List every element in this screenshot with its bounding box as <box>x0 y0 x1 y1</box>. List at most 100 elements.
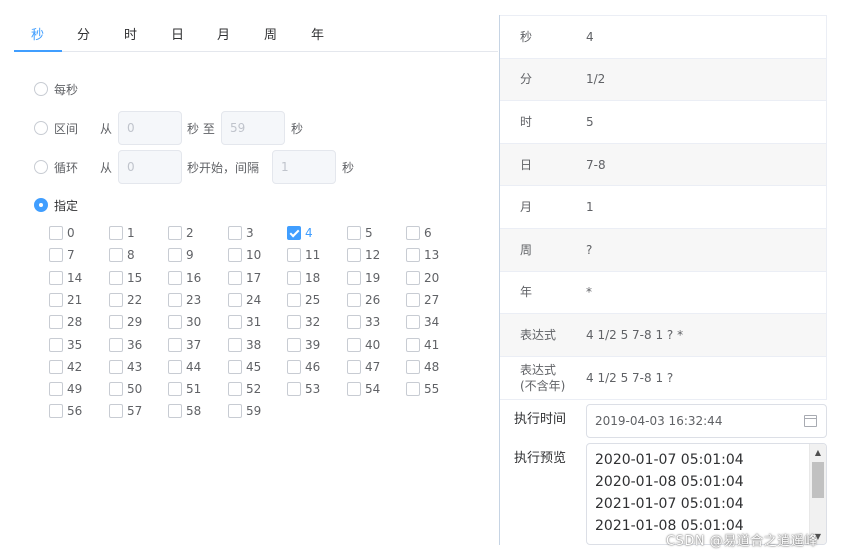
checkbox-box[interactable] <box>49 359 63 374</box>
checkbox-box[interactable] <box>406 359 420 374</box>
checkbox-box[interactable] <box>168 270 182 285</box>
checkbox-box[interactable] <box>228 226 242 240</box>
checkbox-box[interactable] <box>109 404 123 419</box>
second-checkbox[interactable]: 53 <box>287 381 320 397</box>
second-checkbox[interactable]: 55 <box>406 381 439 397</box>
second-checkbox[interactable]: 38 <box>228 337 261 353</box>
radio-loop[interactable] <box>34 160 48 174</box>
second-checkbox[interactable]: 6 <box>406 225 432 241</box>
checkbox-box[interactable] <box>228 359 242 374</box>
exec-time-picker[interactable]: 2019-04-03 16:32:44 <box>586 404 827 438</box>
checkbox-box[interactable] <box>347 382 361 397</box>
second-checkbox[interactable]: 49 <box>49 381 82 397</box>
second-checkbox[interactable]: 42 <box>49 359 82 375</box>
checkbox-box[interactable] <box>287 270 301 285</box>
second-checkbox[interactable]: 54 <box>347 381 380 397</box>
checkbox-box[interactable] <box>406 248 420 263</box>
second-checkbox[interactable]: 50 <box>109 381 142 397</box>
checkbox-box[interactable] <box>49 248 63 263</box>
tab-day[interactable]: 日 <box>171 24 184 43</box>
tab-month[interactable]: 月 <box>217 24 230 43</box>
second-checkbox[interactable]: 44 <box>168 359 201 375</box>
scroll-up-arrow-icon[interactable]: ▲ <box>810 444 826 460</box>
checkbox-box[interactable] <box>347 226 361 240</box>
checkbox-box[interactable] <box>347 270 361 285</box>
checkbox-box[interactable] <box>168 315 182 330</box>
option-every-second[interactable]: 每秒 <box>34 72 78 106</box>
range-to-input[interactable]: 59 <box>221 111 285 145</box>
second-checkbox[interactable]: 40 <box>347 337 380 353</box>
checkbox-box[interactable] <box>347 337 361 352</box>
second-checkbox[interactable]: 56 <box>49 403 82 419</box>
checkbox-box[interactable] <box>168 359 182 374</box>
second-checkbox[interactable]: 10 <box>228 247 261 263</box>
scrollbar-thumb[interactable] <box>812 462 824 498</box>
second-checkbox[interactable]: 32 <box>287 314 320 330</box>
checkbox-box[interactable] <box>168 382 182 397</box>
checkbox-box[interactable] <box>168 226 182 240</box>
radio-specify[interactable] <box>34 198 48 212</box>
tab-year[interactable]: 年 <box>311 24 324 43</box>
checkbox-box[interactable] <box>228 292 242 307</box>
second-checkbox[interactable]: 17 <box>228 270 261 286</box>
checkbox-box[interactable] <box>49 226 63 240</box>
second-checkbox[interactable]: 12 <box>347 247 380 263</box>
second-checkbox[interactable]: 3 <box>228 225 254 241</box>
second-checkbox[interactable]: 20 <box>406 270 439 286</box>
checkbox-box[interactable] <box>109 382 123 397</box>
checkbox-box[interactable] <box>49 315 63 330</box>
checkbox-box[interactable] <box>228 404 242 419</box>
tab-week[interactable]: 周 <box>264 24 277 43</box>
option-loop[interactable]: 循环 <box>34 150 78 184</box>
checkbox-box[interactable] <box>228 337 242 352</box>
second-checkbox[interactable]: 0 <box>49 225 75 241</box>
checkbox-box[interactable] <box>109 270 123 285</box>
second-checkbox[interactable]: 37 <box>168 337 201 353</box>
checkbox-box[interactable] <box>406 315 420 330</box>
checkbox-box[interactable] <box>228 270 242 285</box>
checkbox-box[interactable] <box>228 248 242 263</box>
second-checkbox[interactable]: 30 <box>168 314 201 330</box>
tab-hour[interactable]: 时 <box>124 24 137 43</box>
checkbox-box[interactable] <box>406 292 420 307</box>
checkbox-box[interactable] <box>228 382 242 397</box>
second-checkbox[interactable]: 35 <box>49 337 82 353</box>
preview-scrollbar[interactable]: ▲ ▼ <box>809 444 826 544</box>
second-checkbox[interactable]: 16 <box>168 270 201 286</box>
second-checkbox[interactable]: 14 <box>49 270 82 286</box>
checkbox-box[interactable] <box>109 315 123 330</box>
checkbox-box[interactable] <box>168 337 182 352</box>
second-checkbox[interactable]: 28 <box>49 314 82 330</box>
option-specify[interactable]: 指定 <box>34 188 78 222</box>
second-checkbox[interactable]: 29 <box>109 314 142 330</box>
second-checkbox[interactable]: 13 <box>406 247 439 263</box>
second-checkbox[interactable]: 1 <box>109 225 135 241</box>
checkbox-box[interactable] <box>406 226 420 240</box>
second-checkbox[interactable]: 2 <box>168 225 194 241</box>
second-checkbox[interactable]: 41 <box>406 337 439 353</box>
second-checkbox[interactable]: 59 <box>228 403 261 419</box>
checkbox-box[interactable] <box>406 337 420 352</box>
checkbox-box[interactable] <box>168 404 182 419</box>
checkbox-box[interactable] <box>406 270 420 285</box>
second-checkbox[interactable]: 27 <box>406 292 439 308</box>
second-checkbox[interactable]: 52 <box>228 381 261 397</box>
checkbox-box[interactable] <box>347 292 361 307</box>
second-checkbox[interactable]: 47 <box>347 359 380 375</box>
checkbox-checked-icon[interactable] <box>287 226 301 240</box>
loop-start-input[interactable]: 0 <box>118 150 182 184</box>
second-checkbox[interactable]: 48 <box>406 359 439 375</box>
loop-step-input[interactable]: 1 <box>272 150 336 184</box>
checkbox-box[interactable] <box>228 315 242 330</box>
range-from-input[interactable]: 0 <box>118 111 182 145</box>
checkbox-box[interactable] <box>347 359 361 374</box>
second-checkbox[interactable]: 43 <box>109 359 142 375</box>
second-checkbox[interactable]: 24 <box>228 292 261 308</box>
checkbox-box[interactable] <box>109 226 123 240</box>
checkbox-box[interactable] <box>287 337 301 352</box>
second-checkbox[interactable]: 57 <box>109 403 142 419</box>
second-checkbox[interactable]: 21 <box>49 292 82 308</box>
checkbox-box[interactable] <box>287 359 301 374</box>
second-checkbox[interactable]: 11 <box>287 247 320 263</box>
checkbox-box[interactable] <box>287 382 301 397</box>
